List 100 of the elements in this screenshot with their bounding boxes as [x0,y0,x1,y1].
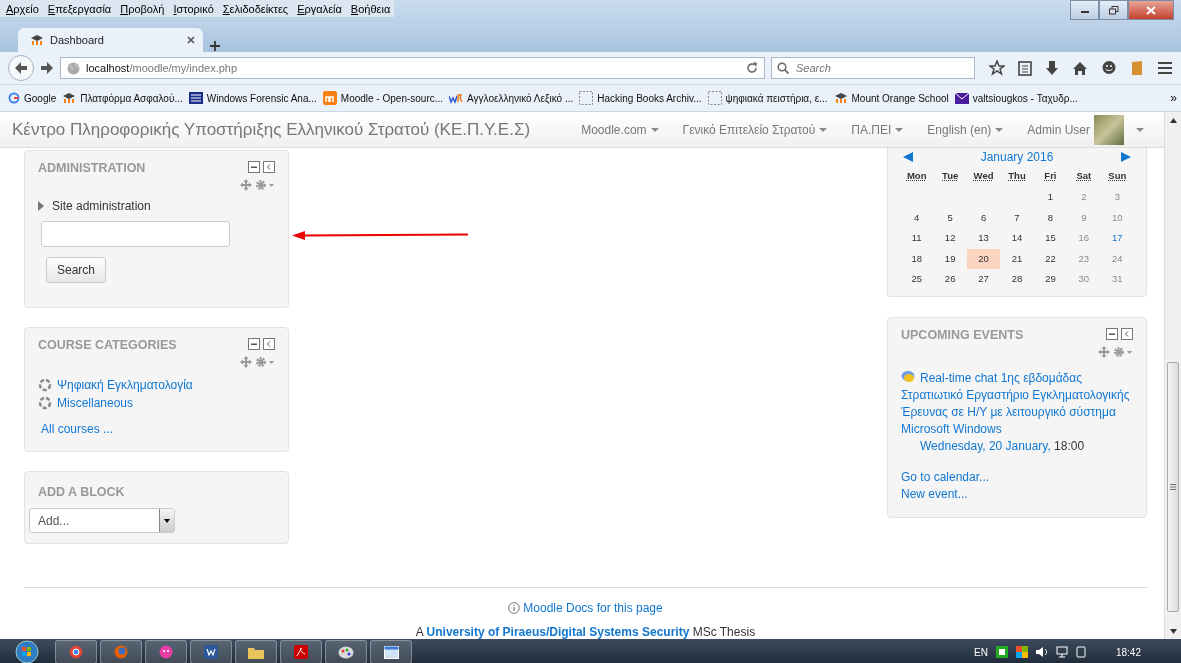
nav-menu[interactable]: Γενικό Επιτελείο Στρατού [682,122,828,137]
close-tab-icon[interactable] [187,36,195,44]
calendar-day[interactable]: 4 [900,207,934,229]
calendar-day[interactable]: 17 [1100,228,1134,249]
dock-block-icon[interactable] [263,338,275,350]
calendar-day[interactable]: 31 [1100,269,1134,290]
bookmarks-overflow[interactable]: » [1170,91,1177,105]
bookmark-item[interactable]: Windows Forensic Ana... [188,92,317,104]
calendar-day[interactable]: 23 [1067,248,1101,270]
calendar-day[interactable]: 29 [1033,269,1068,290]
calendar-day[interactable]: 6 [966,207,1001,229]
calendar-day[interactable]: 13 [966,228,1001,249]
bookmark-item[interactable]: Mount Orange School [833,92,949,104]
menu-item[interactable]: Αρχείο [6,3,39,15]
search-field[interactable]: Search [771,57,975,79]
star-icon[interactable] [989,60,1005,76]
bookmark-item[interactable]: ψηφιακά πειστήρια, ε... [707,91,828,105]
download-icon[interactable] [1045,60,1059,76]
calendar-day[interactable]: 5 [933,207,967,229]
moodle-docs-link[interactable]: Moodle Docs for this page [523,601,663,615]
taskbar-app-button[interactable] [190,640,232,663]
nav-menu[interactable]: Moodle.com [581,122,659,137]
minimize-button[interactable] [1070,0,1099,20]
restore-button[interactable] [1099,0,1128,20]
calendar-day[interactable]: 2 [1067,187,1101,208]
clipboard-icon[interactable] [1018,60,1032,76]
move-icon[interactable] [240,356,252,368]
calendar-day[interactable]: 20 [966,248,1001,270]
language-indicator[interactable]: EN [974,646,988,658]
move-icon[interactable] [1098,345,1110,358]
menu-item[interactable]: Βοήθεια [350,3,391,15]
gear-icon[interactable] [255,179,275,191]
forward-arrow-icon[interactable] [40,62,54,74]
bookmark-item[interactable]: valtsiougkos - Ταχυδρ... [954,92,1078,104]
network-icon[interactable] [1055,646,1068,658]
bookmark-item[interactable]: Πλατφόρμα Ασφαλού... [62,92,183,104]
category-link[interactable]: Miscellaneous [57,396,134,410]
user-menu[interactable]: Admin User [1027,114,1144,145]
menu-icon[interactable] [1157,61,1173,75]
hide-block-icon[interactable] [248,161,260,173]
calendar-day[interactable]: 15 [1033,228,1068,249]
nav-menu[interactable]: ΠΑ.ΠΕΙ [851,122,904,137]
taskbar-app-button[interactable] [325,640,367,663]
back-button[interactable] [8,55,34,81]
calendar-day[interactable]: 8 [1033,207,1068,229]
university-link[interactable]: University of Piraeus/Digital Systems Security [426,625,690,639]
bookmark-item[interactable]: Moodle - Open-sourc... [322,91,444,105]
menu-item[interactable]: Προβολή [120,3,165,15]
calendar-day[interactable]: 21 [1000,248,1034,270]
calendar-day[interactable]: 16 [1067,228,1101,249]
menu-item[interactable]: Ιστορικό [173,3,214,15]
calendar-day[interactable]: 28 [1000,269,1034,290]
calendar-day[interactable]: 11 [900,228,934,249]
search-button[interactable]: Search [46,257,107,283]
calendar-day[interactable]: 19 [933,248,967,270]
site-title[interactable]: Κέντρο Πληροφορικής Υποστήριξης Ελληνικού Στρατού (ΚΕ.Π.Υ.Ε.Σ) [12,119,531,140]
calendar-day[interactable]: 25 [900,269,934,290]
hide-block-icon[interactable] [248,338,260,350]
hide-block-icon[interactable] [1106,327,1118,340]
event-date-link[interactable]: Wednesday, 20 January, [920,438,1051,453]
admin-search-field[interactable] [41,221,230,247]
calendar-day[interactable]: 18 [900,248,934,270]
chat-icon[interactable] [1101,60,1117,76]
calendar-day[interactable]: 27 [966,269,1001,290]
calendar-day[interactable]: 14 [1000,228,1034,249]
bookmark-item[interactable]: Google [8,92,57,104]
add-block-dropdown[interactable]: Add... [29,508,175,533]
calendar-day[interactable]: 26 [933,269,967,290]
taskbar-app-button[interactable] [235,640,277,663]
url-field[interactable]: localhost/moodle/my/index.php [60,57,765,79]
previous-month-icon[interactable] [903,152,913,162]
dock-block-icon[interactable] [263,161,275,173]
calendar-day[interactable]: 12 [933,228,967,249]
browser-tab[interactable]: Dashboard [18,28,203,52]
calendar-day[interactable]: 1 [1033,187,1068,208]
calendar-link[interactable]: Go to calendar... [901,468,990,486]
tree-node[interactable]: Site administration [38,199,275,213]
calendar-link[interactable]: New event... [901,485,968,503]
move-icon[interactable] [240,179,252,191]
dock-block-icon[interactable] [1121,327,1133,340]
clock[interactable]: 18:42 [1115,646,1141,658]
home-icon[interactable] [1072,60,1088,76]
all-courses-link[interactable]: All courses ... [41,422,114,436]
speaker-icon[interactable] [1035,646,1048,658]
menu-item[interactable]: Σελιδοδείκτες [222,3,289,15]
calendar-day[interactable]: 3 [1100,187,1134,208]
start-orb-icon[interactable] [12,640,42,663]
app-square-icon[interactable] [995,646,1008,658]
menu-item[interactable]: Επεξεργασία [47,3,112,15]
calendar-day[interactable]: 7 [1000,207,1034,229]
menu-item[interactable]: Εργαλεία [297,3,342,15]
new-tab-icon[interactable] [209,40,221,52]
flag-icon[interactable] [1015,646,1028,658]
nav-menu[interactable]: English (en) [927,122,1004,137]
close-button[interactable] [1128,0,1174,20]
calendar-day[interactable]: 30 [1067,269,1101,290]
reload-icon[interactable] [746,62,758,74]
calendar-day[interactable]: 22 [1033,248,1068,270]
scrollbar[interactable] [1164,112,1181,639]
next-month-icon[interactable] [1121,152,1131,162]
